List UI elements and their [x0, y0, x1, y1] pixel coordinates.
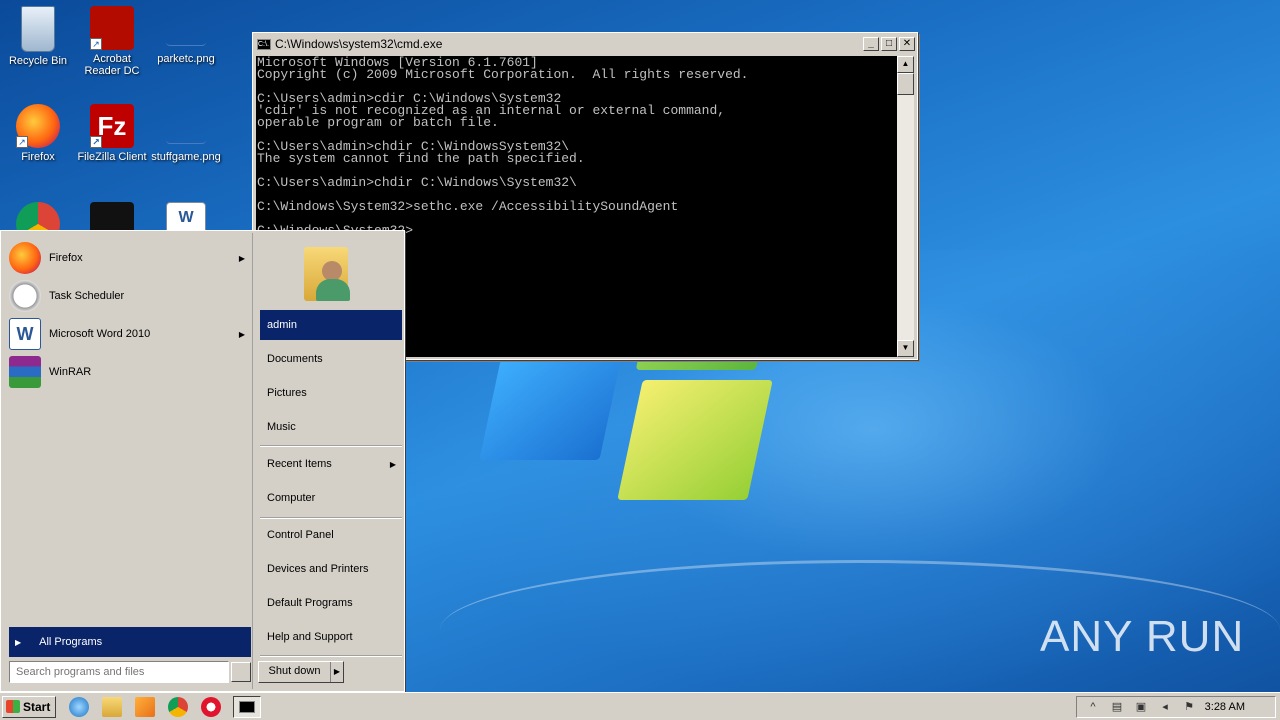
user-avatar	[304, 239, 356, 301]
firefox-icon	[9, 242, 41, 274]
submenu-arrow-icon: ▶	[238, 253, 245, 263]
console-line: operable program or batch file.	[257, 115, 499, 130]
shutdown-button[interactable]: Shut down ▶	[258, 661, 344, 683]
start-link-devices-printers[interactable]: Devices and Printers	[260, 554, 402, 584]
cmd-icon: C:\.	[257, 38, 271, 50]
minimize-button[interactable]: _	[863, 37, 879, 51]
action-center-icon[interactable]: ▣	[1133, 700, 1149, 714]
start-search-input[interactable]	[9, 661, 229, 683]
show-hidden-icons-icon[interactable]: ^	[1085, 700, 1101, 714]
firefox-icon: ↗	[16, 104, 60, 148]
clock-icon	[9, 280, 41, 312]
clock[interactable]: 3:28 AM	[1205, 701, 1245, 713]
start-program-word[interactable]: W Microsoft Word 2010 ▶	[9, 316, 251, 352]
windows-logo	[470, 330, 790, 520]
cmd-titlebar[interactable]: C:\. C:\Windows\system32\cmd.exe _ □ ✕	[253, 33, 917, 55]
start-program-label: Microsoft Word 2010	[49, 328, 151, 340]
start-program-label: Firefox	[49, 252, 83, 264]
start-program-task-scheduler[interactable]: Task Scheduler	[9, 278, 251, 314]
start-link-recent-items[interactable]: Recent Items ▶	[260, 449, 402, 479]
start-link-pictures[interactable]: Pictures	[260, 378, 402, 408]
cmd-scrollbar[interactable]: ▲ ▼	[897, 56, 914, 357]
start-program-label: WinRAR	[49, 366, 92, 378]
desktop-icon-label: parketc.png	[157, 53, 215, 65]
chrome-icon[interactable]	[168, 696, 188, 717]
network-icon[interactable]: ▤	[1109, 700, 1125, 714]
start-link-computer[interactable]: Computer	[260, 483, 402, 513]
desktop-icon-recycle-bin[interactable]: Recycle Bin	[0, 6, 76, 67]
start-button[interactable]: Start	[2, 695, 56, 718]
desktop-icon-filezilla[interactable]: Fz ↗ FileZilla Client	[74, 104, 150, 163]
desktop-icon-firefox[interactable]: ↗ Firefox	[0, 104, 76, 163]
start-menu-links-pane: admin Documents Pictures Music Recent It…	[256, 233, 402, 689]
start-menu-programs-pane: Firefox ▶ Task Scheduler W Microsoft Wor…	[3, 233, 253, 689]
start-link-help-support[interactable]: Help and Support	[260, 622, 402, 652]
winrar-icon	[9, 356, 41, 388]
menu-separator	[260, 655, 402, 657]
desktop-icon-label: FileZilla Client	[77, 151, 147, 163]
start-program-label: Task Scheduler	[49, 290, 125, 302]
close-button[interactable]: ✕	[899, 37, 915, 51]
desktop-icon-label: Firefox	[21, 151, 55, 163]
internet-explorer-icon[interactable]	[69, 696, 89, 717]
desktop-icon-label: Acrobat Reader DC	[84, 53, 140, 77]
console-line: The system cannot find the path specifie…	[257, 151, 585, 166]
console-line: C:\Users\admin>chdir C:\Windows\System32…	[257, 175, 577, 190]
all-programs-button[interactable]: ▶ All Programs	[9, 627, 251, 657]
start-link-label: Recent Items	[267, 458, 332, 470]
flag-icon[interactable]: ⚑	[1181, 700, 1197, 714]
acrobat-icon: ↗	[90, 6, 134, 50]
image-file-icon	[166, 104, 206, 144]
desktop-icon-label: Recycle Bin	[8, 55, 68, 67]
desktop-icon-stuffgame[interactable]: stuffgame.png	[148, 104, 224, 163]
start-link-control-panel[interactable]: Control Panel	[260, 520, 402, 550]
windows-flag-icon	[6, 700, 20, 713]
volume-icon[interactable]: ◂	[1157, 700, 1173, 714]
system-tray: ^ ▤ ▣ ◂ ⚑ 3:28 AM	[1076, 696, 1276, 718]
media-player-icon[interactable]	[135, 696, 155, 717]
maximize-button[interactable]: □	[881, 37, 897, 51]
start-link-documents[interactable]: Documents	[260, 344, 402, 374]
desktop-icon-parketc[interactable]: parketc.png	[148, 6, 224, 65]
search-icon[interactable]	[231, 662, 251, 682]
scroll-up-arrow-icon[interactable]: ▲	[897, 56, 914, 73]
cmd-title: C:\Windows\system32\cmd.exe	[275, 37, 443, 51]
filezilla-icon: Fz ↗	[90, 104, 134, 148]
start-program-firefox[interactable]: Firefox ▶	[9, 240, 251, 276]
word-icon: W	[9, 318, 41, 350]
arrow-right-icon: ▶	[15, 637, 22, 647]
console-line: C:\Windows\System32>sethc.exe /Accessibi…	[257, 199, 679, 214]
submenu-arrow-icon: ▶	[238, 329, 245, 339]
shutdown-options-arrow-icon[interactable]: ▶	[331, 662, 343, 682]
menu-separator	[260, 445, 402, 447]
cmd-icon	[239, 700, 255, 713]
scroll-down-arrow-icon[interactable]: ▼	[897, 340, 914, 357]
submenu-arrow-icon: ▶	[389, 459, 396, 469]
taskbar-cmd-button[interactable]	[233, 695, 261, 718]
scroll-thumb[interactable]	[897, 73, 914, 95]
folder-icon[interactable]	[102, 696, 122, 717]
all-programs-label: All Programs	[39, 636, 103, 648]
opera-icon[interactable]	[201, 696, 221, 717]
anyrun-watermark: ANY RUN	[1040, 612, 1245, 661]
image-file-icon	[166, 6, 206, 46]
shutdown-label: Shut down	[259, 662, 331, 682]
start-menu: Firefox ▶ Task Scheduler W Microsoft Wor…	[0, 230, 405, 692]
start-link-user[interactable]: admin	[260, 310, 402, 340]
console-line: Copyright (c) 2009 Microsoft Corporation…	[257, 67, 749, 82]
menu-separator	[260, 517, 402, 519]
start-link-music[interactable]: Music	[260, 412, 402, 442]
taskbar: Start ^ ▤ ▣ ◂ ⚑ 3:28 AM	[0, 692, 1280, 720]
desktop-icon-label: stuffgame.png	[151, 151, 221, 163]
start-link-default-programs[interactable]: Default Programs	[260, 588, 402, 618]
desktop-icon-acrobat[interactable]: ↗ Acrobat Reader DC	[74, 6, 150, 77]
start-program-winrar[interactable]: WinRAR	[9, 354, 251, 390]
recycle-bin-icon	[21, 6, 55, 52]
start-label: Start	[23, 699, 51, 714]
